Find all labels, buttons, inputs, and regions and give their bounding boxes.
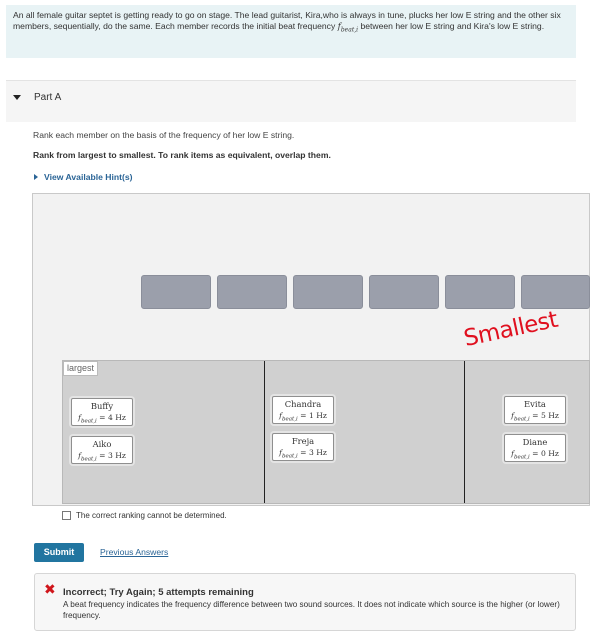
cannot-determine-checkbox[interactable] — [62, 511, 71, 520]
ranking-bins[interactable]: largest Buffy fbeat,i = 4 Hz Aiko fbeat,… — [62, 360, 590, 504]
rank-slot-2[interactable] — [217, 275, 287, 309]
rank-slot-4[interactable] — [369, 275, 439, 309]
item-aiko[interactable]: Aiko fbeat,i = 3 Hz — [71, 436, 133, 464]
problem-text-end: between her low E string and Kira's low … — [358, 21, 545, 31]
previous-answers-link[interactable]: Previous Answers — [100, 547, 168, 557]
collapse-triangle-icon[interactable] — [13, 95, 21, 100]
beat-frequency-symbol: fbeat,i — [337, 22, 359, 34]
item-evita[interactable]: Evita fbeat,i = 5 Hz — [504, 396, 566, 424]
item-chandra[interactable]: Chandra fbeat,i = 1 Hz — [272, 396, 334, 424]
ranking-widget: largest Buffy fbeat,i = 4 Hz Aiko fbeat,… — [32, 193, 590, 506]
ranking-instruction: Rank from largest to smallest. To rank i… — [33, 150, 331, 160]
bin-divider — [464, 361, 465, 503]
item-freja[interactable]: Freja fbeat,i = 3 Hz — [272, 433, 334, 461]
cannot-determine-label: The correct ranking cannot be determined… — [76, 511, 227, 520]
problem-statement: An all female guitar septet is getting r… — [6, 5, 576, 58]
bin-divider — [264, 361, 265, 503]
feedback-message: A beat frequency indicates the frequency… — [63, 600, 560, 620]
submit-button[interactable]: Submit — [34, 543, 84, 562]
view-hints-label: View Available Hint(s) — [44, 172, 133, 182]
part-a-label: Part A — [34, 92, 62, 103]
instruction-text: Rank each member on the basis of the fre… — [33, 130, 295, 140]
rank-slot-1[interactable] — [141, 275, 211, 309]
view-hints-link[interactable]: View Available Hint(s) — [34, 172, 133, 182]
rank-slot-3[interactable] — [293, 275, 363, 309]
feedback-panel: ✖ Incorrect; Try Again; 5 attempts remai… — [34, 573, 576, 631]
largest-label: largest — [63, 361, 99, 376]
rank-slot-6[interactable] — [521, 275, 590, 309]
caret-right-icon — [34, 174, 38, 180]
part-a-header[interactable]: Part A — [6, 80, 576, 122]
error-x-icon: ✖ — [44, 581, 56, 597]
rank-slot-5[interactable] — [445, 275, 515, 309]
item-diane[interactable]: Diane fbeat,i = 0 Hz — [504, 434, 566, 462]
item-buffy[interactable]: Buffy fbeat,i = 4 Hz — [71, 398, 133, 426]
feedback-title: Incorrect; Try Again; 5 attempts remaini… — [63, 587, 254, 598]
